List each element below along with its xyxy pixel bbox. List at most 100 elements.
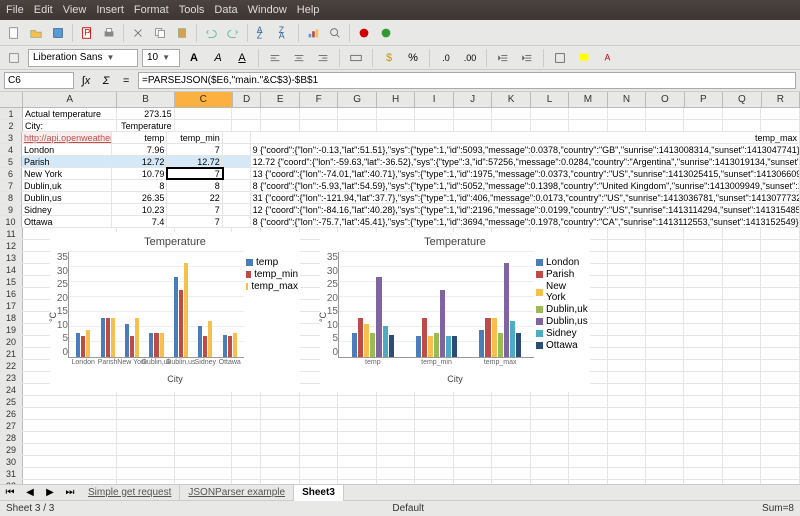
- cell[interactable]: [569, 108, 607, 119]
- cell[interactable]: [646, 372, 684, 383]
- cell[interactable]: [223, 204, 251, 215]
- cell[interactable]: [338, 408, 376, 419]
- cell[interactable]: 12 {"coord":{"lon":-84.16,"lat":40.28},"…: [251, 204, 800, 215]
- cell[interactable]: [761, 408, 799, 419]
- cell[interactable]: [23, 420, 117, 431]
- open-icon[interactable]: [26, 23, 46, 43]
- cell[interactable]: [175, 468, 233, 479]
- cell[interactable]: [684, 348, 722, 359]
- menu-window[interactable]: Window: [248, 4, 287, 16]
- row-header-4[interactable]: 4: [0, 144, 22, 155]
- cell[interactable]: [761, 336, 799, 347]
- cell[interactable]: [492, 420, 530, 431]
- cell[interactable]: [761, 252, 799, 263]
- cell[interactable]: [569, 420, 607, 431]
- col-header-F[interactable]: F: [300, 92, 338, 107]
- cell[interactable]: [261, 108, 299, 119]
- cell[interactable]: [684, 360, 722, 371]
- cell[interactable]: 12.72: [167, 156, 222, 167]
- cell[interactable]: [454, 444, 492, 455]
- menu-data[interactable]: Data: [214, 4, 237, 16]
- cell[interactable]: [684, 228, 722, 239]
- cell[interactable]: [569, 396, 607, 407]
- align-right-icon[interactable]: [313, 48, 333, 68]
- cell[interactable]: Actual temperature: [23, 108, 117, 119]
- cell[interactable]: 10.23: [112, 204, 167, 215]
- cell[interactable]: [761, 360, 799, 371]
- cell[interactable]: [608, 408, 646, 419]
- cell[interactable]: [415, 480, 453, 484]
- cell[interactable]: [723, 480, 761, 484]
- row-header-25[interactable]: 25: [0, 396, 23, 407]
- col-header-M[interactable]: M: [569, 92, 607, 107]
- cell[interactable]: [492, 408, 530, 419]
- cell[interactable]: 7: [167, 168, 222, 179]
- cell[interactable]: [531, 120, 569, 131]
- cell[interactable]: [232, 408, 261, 419]
- cell[interactable]: [723, 468, 761, 479]
- cell[interactable]: [646, 288, 684, 299]
- cell[interactable]: [531, 432, 569, 443]
- cell[interactable]: [761, 468, 799, 479]
- cell[interactable]: [646, 240, 684, 251]
- cell[interactable]: [684, 432, 722, 443]
- cell[interactable]: [646, 312, 684, 323]
- cell[interactable]: [454, 408, 492, 419]
- font-name-combo[interactable]: Liberation Sans▼: [28, 49, 138, 67]
- cell[interactable]: [454, 468, 492, 479]
- cell[interactable]: 8 {"coord":{"lon":-5.93,"lat":54.59},"sy…: [251, 180, 800, 191]
- cell[interactable]: [569, 456, 607, 467]
- cell[interactable]: [608, 108, 646, 119]
- cell[interactable]: 7.4: [112, 216, 167, 227]
- cell[interactable]: [117, 408, 175, 419]
- cell[interactable]: [761, 432, 799, 443]
- menu-format[interactable]: Format: [134, 4, 169, 16]
- cell[interactable]: [338, 456, 376, 467]
- col-header-O[interactable]: O: [646, 92, 684, 107]
- cell[interactable]: [232, 420, 261, 431]
- row-header-6[interactable]: 6: [0, 168, 22, 179]
- cell[interactable]: [569, 408, 607, 419]
- paste-icon[interactable]: [172, 23, 192, 43]
- cell[interactable]: [232, 120, 261, 131]
- cell[interactable]: [608, 360, 646, 371]
- cell[interactable]: [454, 480, 492, 484]
- cell[interactable]: [415, 420, 453, 431]
- cell[interactable]: [175, 108, 233, 119]
- cell[interactable]: [723, 108, 761, 119]
- cell[interactable]: [261, 444, 299, 455]
- cell[interactable]: [684, 420, 722, 431]
- cell[interactable]: [646, 108, 684, 119]
- save-icon[interactable]: [48, 23, 68, 43]
- col-header-L[interactable]: L: [531, 92, 569, 107]
- cell[interactable]: 31 {"coord":{"lon":-121.94,"lat":37.7},"…: [251, 192, 800, 203]
- cell[interactable]: 7: [167, 144, 222, 155]
- find-icon[interactable]: [325, 23, 345, 43]
- ext2-icon[interactable]: [376, 23, 396, 43]
- cell[interactable]: [492, 108, 530, 119]
- cell[interactable]: [492, 456, 530, 467]
- spreadsheet-grid[interactable]: ABCDEFGHIJKLMNOPQR 1Actual temperature27…: [0, 92, 800, 484]
- cell[interactable]: [761, 300, 799, 311]
- cell[interactable]: [415, 432, 453, 443]
- menu-edit[interactable]: Edit: [34, 4, 53, 16]
- cell[interactable]: [175, 432, 233, 443]
- cell[interactable]: [377, 456, 415, 467]
- cell[interactable]: [261, 480, 299, 484]
- row-header-8[interactable]: 8: [0, 192, 22, 203]
- cell[interactable]: [117, 432, 175, 443]
- row-header-19[interactable]: 19: [0, 324, 23, 335]
- currency-icon[interactable]: $: [379, 48, 399, 68]
- cell[interactable]: [531, 420, 569, 431]
- cell[interactable]: [300, 456, 338, 467]
- cell[interactable]: [300, 396, 338, 407]
- row-header-5[interactable]: 5: [0, 156, 22, 167]
- cell[interactable]: [761, 240, 799, 251]
- cell[interactable]: [492, 432, 530, 443]
- cell[interactable]: [454, 396, 492, 407]
- cell[interactable]: [338, 396, 376, 407]
- cell[interactable]: 12.72 {"coord":{"lon":-59.63,"lat":-36.5…: [251, 156, 800, 167]
- cell[interactable]: [646, 384, 684, 395]
- cell[interactable]: [608, 312, 646, 323]
- cell[interactable]: [761, 264, 799, 275]
